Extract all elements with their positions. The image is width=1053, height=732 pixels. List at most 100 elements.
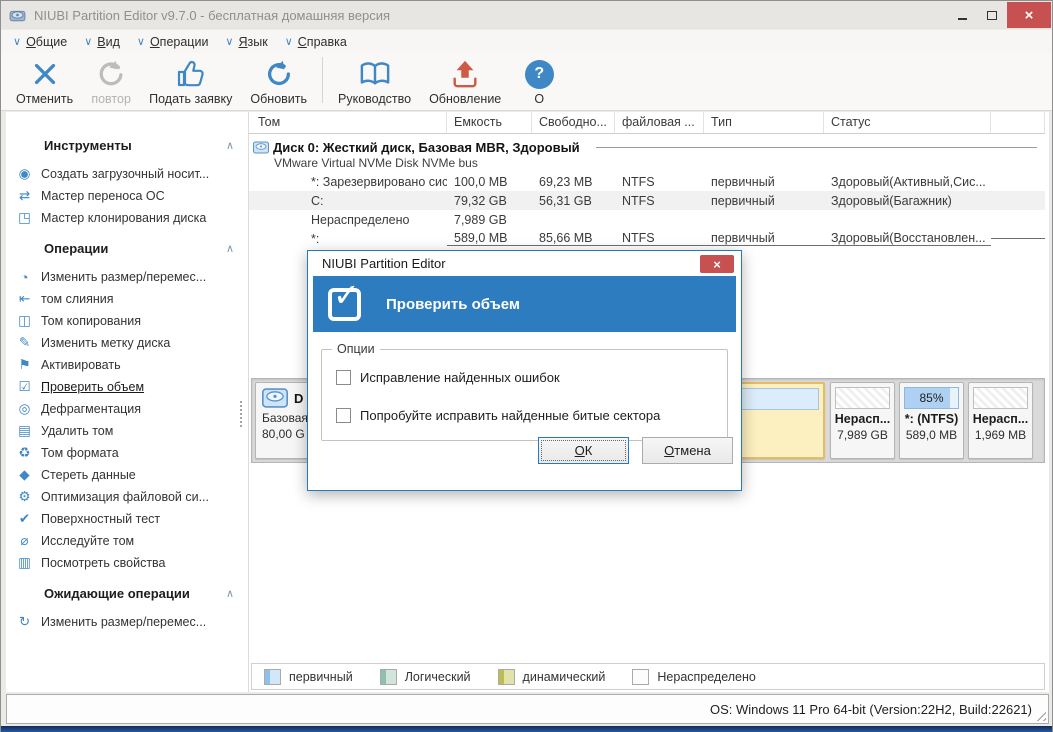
chevron-down-icon: ∨	[84, 36, 93, 48]
format-icon: ♻	[18, 445, 31, 460]
sidebar-item-merge-volume[interactable]: ⇤ том слияния	[6, 288, 248, 310]
table-row[interactable]: C: 79,32 GB 56,31 GB NTFS первичный Здоровый(…	[249, 191, 1045, 210]
legend-dynamic: динамический	[497, 668, 605, 685]
table-row-selected[interactable]: *: 589,0 MB 85,66 MB NTFS первичный Здоровый(…	[249, 229, 1045, 248]
column-header-empty	[991, 112, 1045, 133]
menu-operacii[interactable]: ∨ Операции	[137, 35, 209, 49]
sidebar-item-delete-volume[interactable]: ▤ Удалить том	[6, 420, 248, 442]
menu-spravka[interactable]: ∨ Справка	[285, 35, 347, 49]
legend-unallocated: Нераспределено	[632, 668, 756, 685]
options-group-label: Опции	[332, 342, 380, 356]
chevron-down-icon: ∨	[136, 36, 145, 48]
section-operations[interactable]: Операции ∧	[6, 239, 248, 257]
undo-button[interactable]: Отменить	[7, 53, 82, 106]
menu-yazyk[interactable]: ∨ Язык	[225, 35, 267, 49]
option-fix-errors[interactable]: Исправление найденных ошибок	[336, 370, 560, 385]
volume-table: Том Емкость Свободно... файловая ... Тип…	[249, 112, 1045, 267]
clone-icon: ◳	[18, 210, 31, 225]
chevron-up-icon: ∧	[225, 587, 234, 600]
menubar: ∨ Общие ∨ Вид ∨ Операции ∨ Язык ∨ Справк…	[1, 30, 1052, 53]
sidebar-item-bootable-media[interactable]: ◉ Создать загрузочный носит...	[6, 163, 248, 185]
close-button[interactable]: ×	[1007, 2, 1051, 28]
table-row[interactable]: Нераспределено 7,989 GB	[249, 210, 1045, 229]
primary-swatch	[264, 668, 281, 685]
partition-block-unallocated[interactable]: Нерасп... 7,989 GB	[830, 382, 895, 459]
gear-icon: ⚙	[18, 489, 31, 504]
column-header-volume[interactable]: Том	[249, 112, 447, 133]
column-header-free[interactable]: Свободно...	[532, 112, 615, 133]
fix-errors-checkbox[interactable]	[336, 370, 351, 385]
partition-block-ntfs[interactable]: 85% *: (NTFS) 589,0 MB	[899, 382, 964, 459]
dialog-title: NIUBI Partition Editor	[322, 255, 446, 271]
fix-bad-sectors-checkbox[interactable]	[336, 408, 351, 423]
column-header-capacity[interactable]: Емкость	[447, 112, 532, 133]
column-header-type[interactable]: Тип	[704, 112, 824, 133]
upgrade-arrow-icon	[450, 57, 480, 91]
usage-bar	[835, 387, 890, 409]
chevron-down-icon: ∨	[284, 36, 293, 48]
sidebar-item-fs-optimization[interactable]: ⚙ Оптимизация файловой си...	[6, 486, 248, 508]
manual-button[interactable]: Руководство	[329, 53, 420, 106]
table-row[interactable]: *: Зарезервировано систем...100,0 MB69,2…	[249, 172, 1045, 191]
thumbs-up-icon	[174, 57, 208, 91]
sidebar-item-surface-test[interactable]: ✔ Поверхностный тест	[6, 508, 248, 530]
minimize-icon	[957, 18, 967, 20]
book-icon	[357, 57, 393, 91]
window-bottom-edge	[1, 726, 1052, 732]
sidebar: Инструменты ∧ ◉ Создать загрузочный носи…	[6, 112, 248, 692]
sidebar-item-defrag[interactable]: ◎ Дефрагментация	[6, 398, 248, 420]
pending-item-resize-move[interactable]: ↻ Изменить размер/перемес...	[6, 611, 248, 633]
sidebar-splitter[interactable]	[237, 396, 245, 432]
sidebar-item-check-volume[interactable]: ☑ Проверить объем	[6, 376, 248, 398]
unallocated-swatch	[632, 668, 650, 685]
cancel-button[interactable]: Отмена	[642, 437, 733, 464]
section-pending-operations[interactable]: Ожидающие операции ∧	[6, 584, 248, 602]
partition-block-unallocated[interactable]: Нерасп... 1,969 MB	[968, 382, 1033, 459]
sidebar-item-view-properties[interactable]: ▥ Посмотреть свойства	[6, 552, 248, 574]
sidebar-item-wipe-data[interactable]: ◆ Стереть данные	[6, 464, 248, 486]
legend-primary: первичный	[264, 668, 353, 685]
dialog-banner-title: Проверить объем	[386, 295, 520, 313]
check-square-icon: ✓	[328, 279, 361, 321]
menu-vid[interactable]: ∨ Вид	[84, 35, 120, 49]
resize-grip[interactable]	[1033, 708, 1046, 721]
magnifier-icon: ⌀	[20, 533, 29, 548]
titlebar[interactable]: NIUBI Partition Editor v9.7.0 - бесплатн…	[1, 1, 1052, 29]
apply-button[interactable]: Подать заявку	[140, 53, 241, 106]
section-tools[interactable]: Инструменты ∧	[6, 136, 248, 154]
checkmark-icon: ✔	[18, 511, 31, 526]
menu-obshchie[interactable]: ∨ Общие	[13, 35, 67, 49]
sidebar-item-resize-move[interactable]: ◔ Изменить размер/перемес...	[6, 266, 248, 288]
chevron-down-icon: ∨	[13, 36, 22, 48]
about-button[interactable]: ? О	[510, 53, 568, 106]
disk-subtitle: VMware Virtual NVMe Disk NVMe bus	[274, 156, 478, 170]
sidebar-item-os-migration[interactable]: ⇄ Мастер переноса ОС	[6, 185, 248, 207]
column-header-filesystem[interactable]: файловая ...	[615, 112, 704, 133]
disk-group-header[interactable]: Диск 0: Жесткий диск, Базовая MBR, Здоро…	[249, 134, 1045, 172]
refresh-icon	[264, 57, 294, 91]
copy-icon: ◫	[18, 313, 31, 328]
sidebar-item-disk-clone[interactable]: ◳ Мастер клонирования диска	[6, 207, 248, 229]
maximize-button[interactable]	[977, 2, 1007, 28]
sidebar-item-set-active[interactable]: ⚑ Активировать	[6, 354, 248, 376]
option-fix-bad-sectors[interactable]: Попробуйте исправить найденные битые сек…	[336, 408, 660, 423]
close-icon: ×	[1024, 6, 1034, 24]
sidebar-item-explore-volume[interactable]: ⌀ Исследуйте том	[6, 530, 248, 552]
column-header-status[interactable]: Статус	[824, 112, 991, 133]
sidebar-item-change-label[interactable]: ✎ Изменить метку диска	[6, 332, 248, 354]
ok-button[interactable]: ОК	[538, 437, 629, 464]
table-header: Том Емкость Свободно... файловая ... Тип…	[249, 112, 1045, 134]
disc-icon: ◉	[18, 166, 31, 181]
maximize-icon	[987, 10, 997, 20]
dialog-close-button[interactable]: ×	[700, 255, 734, 273]
dialog-titlebar[interactable]: NIUBI Partition Editor ×	[308, 251, 741, 275]
minimize-button[interactable]	[947, 2, 977, 28]
sidebar-item-format-volume[interactable]: ♻ Том формата	[6, 442, 248, 464]
refresh-button[interactable]: Обновить	[241, 53, 316, 106]
document-icon: ▥	[18, 555, 31, 570]
sidebar-item-copy-volume[interactable]: ◫ Том копирования	[6, 310, 248, 332]
update-button[interactable]: Обновление	[420, 53, 510, 106]
flag-icon: ⚑	[18, 357, 31, 372]
toolbar: Отменить повтор Подать заявку Обновить Р…	[1, 53, 1052, 111]
usage-bar: 85%	[904, 387, 959, 409]
